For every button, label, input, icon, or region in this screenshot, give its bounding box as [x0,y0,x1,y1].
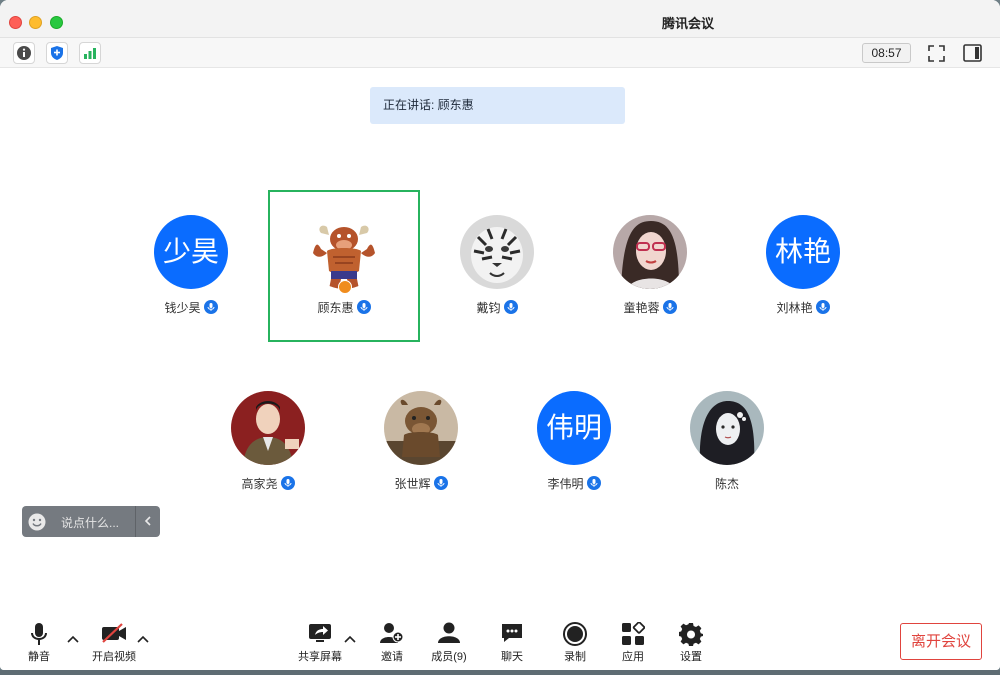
signal-icon[interactable] [79,42,101,64]
avatar: 少昊 [154,215,228,289]
mic-icon [503,300,518,314]
settings-label: 设置 [680,651,702,663]
participant-tile[interactable]: 戴钧 [421,190,573,342]
participant-name: 陈杰 [714,477,739,491]
avatar: 林艳 [766,215,840,289]
chat-bubble-icon [500,622,524,649]
participant-tile[interactable]: 伟明 李伟明 [498,366,650,518]
emoji-icon[interactable] [28,513,46,536]
share-label: 共享屏幕 [298,651,342,663]
mic-icon [203,300,218,314]
leave-meeting-button[interactable]: 离开会议 [900,623,982,660]
desktop-background [0,670,1000,675]
participant-name: 高家尧 [241,477,278,491]
mic-icon [815,300,830,314]
share-screen-button[interactable]: 共享屏幕 [292,620,348,666]
avatar [460,215,534,289]
microphone-icon [29,622,49,651]
invite-label: 邀请 [381,651,403,663]
anime-girl-image [690,391,764,465]
start-video-button[interactable]: 开启视频 [86,620,142,666]
apps-grid-icon [621,621,646,651]
speaking-indicator: 正在讲话: 顾东惠 [370,87,625,124]
members-button[interactable]: 成员(9) [421,620,477,666]
mic-icon [356,300,371,314]
mic-icon [662,300,677,314]
info-icon[interactable] [13,42,35,64]
participant-tile[interactable]: 高家尧 [192,366,344,518]
meeting-toolbar: 08:57 [0,38,1000,68]
host-badge-icon [338,280,352,294]
apps-label: 应用 [622,651,644,663]
members-icon [437,622,461,649]
chat-button[interactable]: 聊天 [484,620,540,666]
apps-button[interactable]: 应用 [605,620,661,666]
participant-tile[interactable]: 林艳 刘林艳 [727,190,879,342]
video-off-icon [100,622,128,649]
record-icon [563,622,587,651]
title-bar: 腾讯会议 [0,0,1000,38]
chat-label: 聊天 [501,651,523,663]
participant-tile[interactable]: 少昊 钱少昊 [115,190,267,342]
quick-chat-bar[interactable]: 说点什么... [22,506,160,537]
invite-button[interactable]: 邀请 [364,620,420,666]
participant-tile-active[interactable]: 顾东惠 [268,190,420,342]
video-label: 开启视频 [92,651,136,663]
mic-icon [280,476,295,490]
settings-button[interactable]: 设置 [663,620,719,666]
bull-mascot-image [307,215,381,289]
record-button[interactable]: 录制 [547,620,603,666]
collapse-chat-button[interactable] [135,506,160,537]
video-options-chevron-icon[interactable] [137,630,149,643]
man-cartoon-image [231,391,305,465]
share-screen-icon [307,622,333,649]
mic-icon [433,476,448,490]
members-label: 成员(9) [431,651,467,663]
record-label: 录制 [564,651,586,663]
participant-name: 张世辉 [394,477,431,491]
participant-name: 李伟明 [547,477,584,491]
avatar: 伟明 [537,391,611,465]
control-bar: 静音 开启视频 共享屏幕 邀请 成员(9) 聊天 录制 应用 设置 离开会议 [0,610,1000,670]
chat-input[interactable]: 说点什么... [61,514,119,531]
avatar [613,215,687,289]
participant-tile[interactable]: 童艳蓉 [574,190,726,342]
avatar [231,391,305,465]
participant-name: 顾东惠 [317,301,354,315]
mute-button[interactable]: 静音 [11,620,67,666]
participant-name: 刘林艳 [776,301,813,315]
sidebar-icon[interactable] [963,44,982,67]
meeting-window: 腾讯会议 08:57 正在讲话: 顾东惠 少昊 钱少昊 顾东惠 戴钧 童艳蓉 林… [0,0,1000,670]
participant-tile[interactable]: 陈杰 [651,366,803,518]
participant-tile[interactable]: 张世辉 [345,366,497,518]
woman-photo-image [613,215,687,289]
window-title: 腾讯会议 [661,16,714,31]
chevron-left-icon [144,516,151,526]
avatar [307,215,381,289]
participant-name: 钱少昊 [164,301,201,315]
avatar [384,391,458,465]
tiger-image [460,215,534,289]
fullscreen-icon[interactable] [928,45,945,67]
participant-name: 童艳蓉 [623,301,660,315]
bull-statue-image [384,391,458,465]
mute-label: 静音 [28,651,50,663]
avatar [690,391,764,465]
mute-options-chevron-icon[interactable] [67,630,79,643]
mic-icon [586,476,601,490]
participant-name: 戴钧 [476,301,501,315]
gear-icon [679,622,703,651]
meeting-timer: 08:57 [862,43,911,63]
share-options-chevron-icon[interactable] [344,630,356,643]
add-user-icon [380,622,404,649]
shield-icon[interactable] [46,42,68,64]
